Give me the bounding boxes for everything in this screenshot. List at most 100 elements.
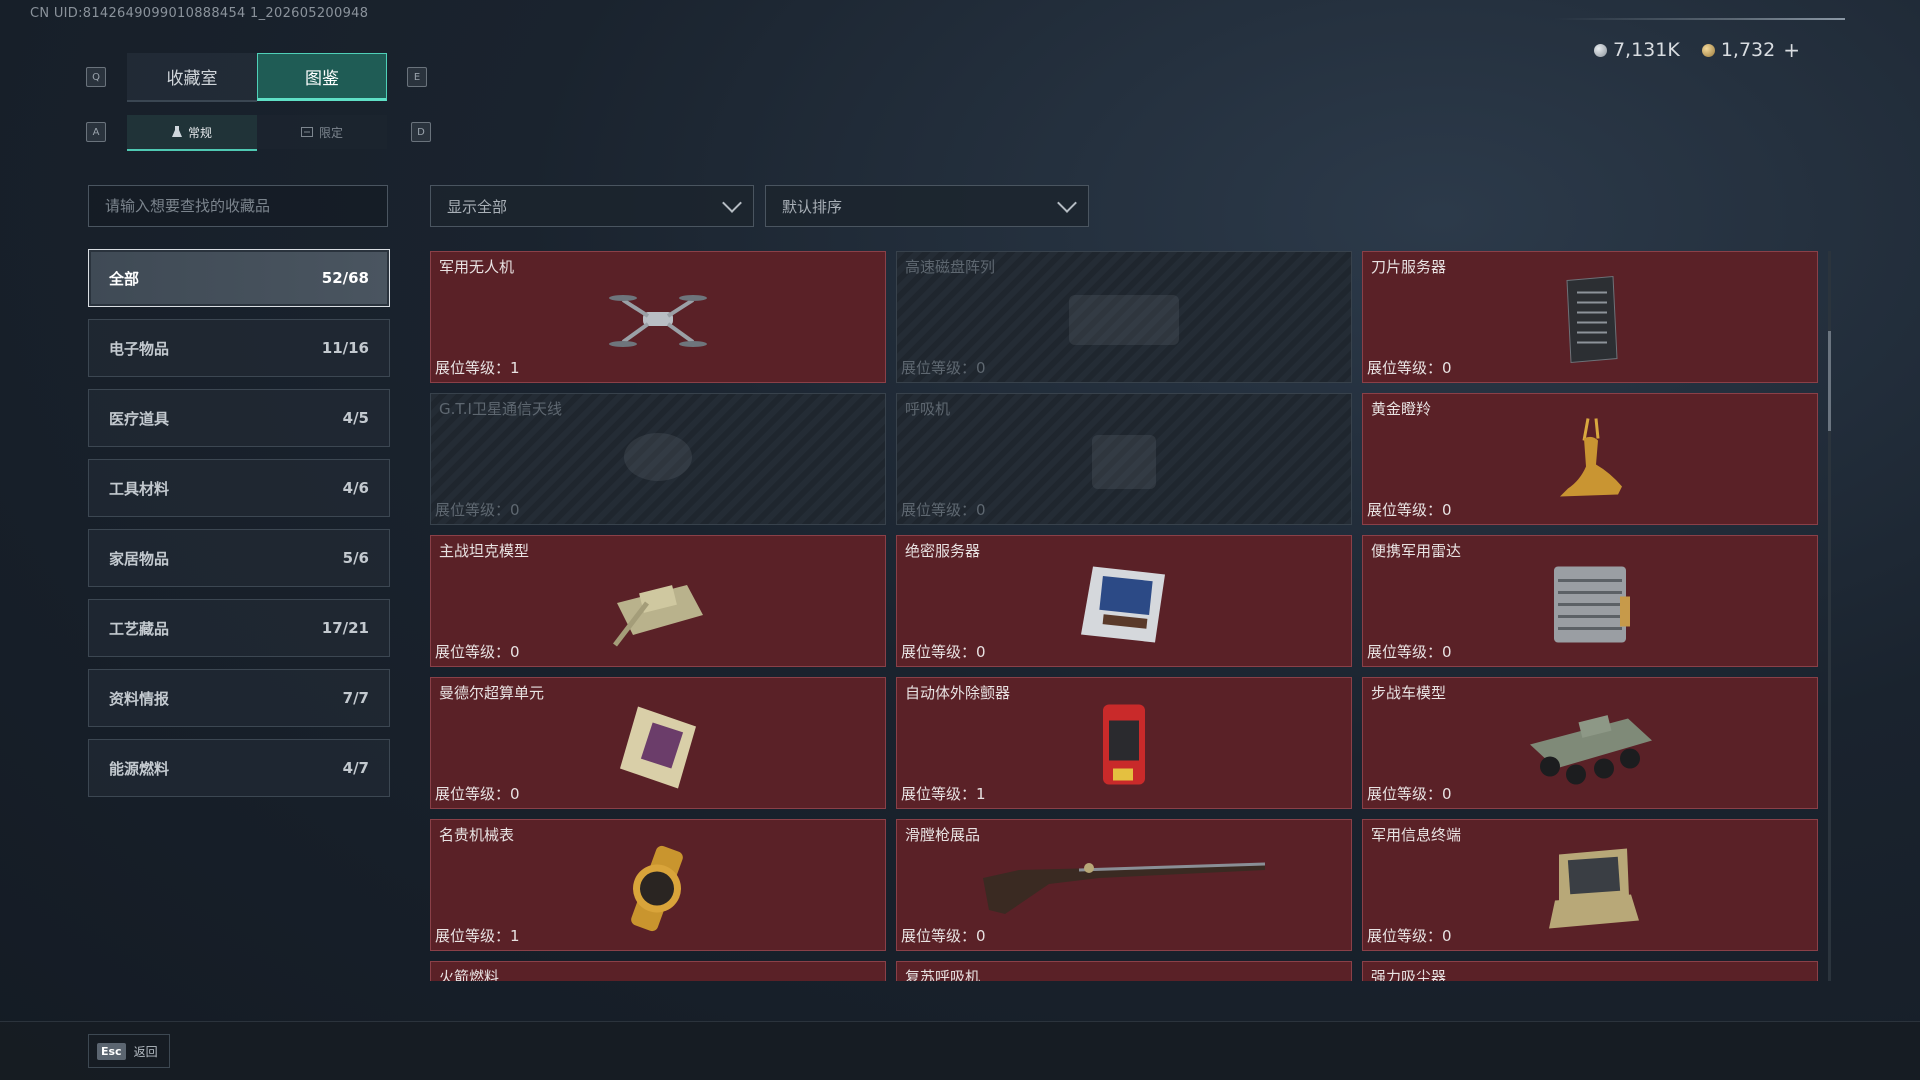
item-name: 强力吸尘器 xyxy=(1371,968,1447,981)
item-card[interactable]: 自动体外除颤器 展位等级：1 xyxy=(896,677,1352,809)
limited-icon xyxy=(300,127,313,137)
category-label: 全部 xyxy=(109,269,140,288)
back-label: 返回 xyxy=(133,1044,158,1059)
item-card[interactable]: 绝密服务器 展位等级：0 xyxy=(896,535,1352,667)
category-electronics[interactable]: 电子物品 11/16 xyxy=(88,319,390,377)
item-card[interactable]: 刀片服务器 展位等级：0 xyxy=(1362,251,1818,383)
item-name: 自动体外除颤器 xyxy=(905,684,1011,702)
item-card[interactable]: 军用信息终端 展位等级：0 xyxy=(1362,819,1818,951)
tab-regular[interactable]: 常规 xyxy=(127,115,257,151)
category-count: 4/5 xyxy=(342,409,369,427)
sort-dropdown[interactable]: 默认排序 xyxy=(765,185,1089,227)
disk-array-icon xyxy=(1069,294,1179,345)
item-grid: 军用无人机 展位等级：1 高速磁盘阵列 展位等级：0 刀片服务器 展位等级：0 … xyxy=(430,251,1818,981)
category-label: 能源燃料 xyxy=(109,759,170,778)
item-card[interactable]: 复苏呼吸机 xyxy=(896,961,1352,981)
item-card[interactable]: G.T.I卫星通信天线 展位等级：0 xyxy=(430,393,886,525)
tab-limited[interactable]: 限定 xyxy=(257,115,387,149)
silver-amount: 7,131K xyxy=(1612,39,1680,61)
portable-radar-icon xyxy=(1554,566,1630,643)
item-card[interactable]: 滑膛枪展品 展位等级：0 xyxy=(896,819,1352,951)
drone-icon xyxy=(609,294,707,347)
category-count: 7/7 xyxy=(342,689,369,707)
main-tabs: 收藏室 图鉴 xyxy=(127,53,387,102)
flask-icon xyxy=(171,126,182,137)
category-tools[interactable]: 工具材料 4/6 xyxy=(88,459,390,517)
silver-coin-icon xyxy=(1593,43,1607,57)
uid-text: CN UID:8142649099010888454 1_20260520094… xyxy=(30,6,369,21)
item-card[interactable]: 曼德尔超算单元 展位等级：0 xyxy=(430,677,886,809)
item-level: 展位等级：0 xyxy=(1367,785,1452,803)
secret-server-icon xyxy=(1081,566,1165,643)
item-name: 滑膛枪展品 xyxy=(905,826,981,844)
item-name: 名贵机械表 xyxy=(439,826,515,844)
item-card[interactable]: 高速磁盘阵列 展位等级：0 xyxy=(896,251,1352,383)
category-label: 资料情报 xyxy=(109,689,170,708)
item-level: 展位等级：0 xyxy=(435,643,520,661)
item-name: 步战车模型 xyxy=(1371,684,1447,702)
back-button[interactable]: Esc 返回 xyxy=(88,1034,170,1068)
category-crafts[interactable]: 工艺藏品 17/21 xyxy=(88,599,390,657)
search-box xyxy=(88,185,388,227)
item-card[interactable]: 名贵机械表 展位等级：1 xyxy=(430,819,886,951)
key-hint-a: A xyxy=(86,122,106,142)
esc-key-hint: Esc xyxy=(97,1042,126,1060)
musket-icon xyxy=(983,862,1266,914)
item-level: 展位等级：1 xyxy=(435,359,520,377)
tank-model-icon xyxy=(613,584,703,647)
item-level: 展位等级：0 xyxy=(435,501,520,519)
tab-regular-label: 常规 xyxy=(187,125,212,140)
item-level: 展位等级：0 xyxy=(901,501,986,519)
category-all[interactable]: 全部 52/68 xyxy=(88,249,390,307)
item-card[interactable]: 黄金瞪羚 展位等级：0 xyxy=(1362,393,1818,525)
scrollbar[interactable] xyxy=(1828,251,1831,981)
item-level: 展位等级：0 xyxy=(1367,927,1452,945)
watch-icon xyxy=(631,845,683,931)
decorative-line xyxy=(1555,18,1845,20)
item-name: 火箭燃料 xyxy=(439,968,500,981)
item-name: 黄金瞪羚 xyxy=(1371,400,1432,418)
category-count: 11/16 xyxy=(321,339,369,357)
item-name: 便携军用雷达 xyxy=(1371,542,1462,560)
filter-dropdown[interactable]: 显示全部 xyxy=(430,185,754,227)
category-label: 工艺藏品 xyxy=(109,619,170,638)
sub-tabs: 常规 限定 xyxy=(127,115,387,151)
filter-value: 显示全部 xyxy=(447,197,508,216)
defibrillator-icon xyxy=(1103,704,1145,785)
scrollbar-thumb[interactable] xyxy=(1828,331,1831,431)
category-label: 医疗道具 xyxy=(109,409,170,428)
item-card[interactable]: 军用无人机 展位等级：1 xyxy=(430,251,886,383)
category-energy[interactable]: 能源燃料 4/7 xyxy=(88,739,390,797)
tab-limited-label: 限定 xyxy=(318,125,343,140)
category-household[interactable]: 家居物品 5/6 xyxy=(88,529,390,587)
item-card[interactable]: 呼吸机 展位等级：0 xyxy=(896,393,1352,525)
item-name: 高速磁盘阵列 xyxy=(905,258,996,276)
search-input[interactable] xyxy=(89,186,387,226)
item-card[interactable]: 火箭燃料 xyxy=(430,961,886,981)
key-hint-d: D xyxy=(411,122,431,142)
tab-collection-room[interactable]: 收藏室 xyxy=(127,53,257,102)
item-name: 军用信息终端 xyxy=(1371,826,1462,844)
item-card[interactable]: 步战车模型 展位等级：0 xyxy=(1362,677,1818,809)
sort-value: 默认排序 xyxy=(782,197,843,216)
key-hint-e: E xyxy=(407,67,427,87)
category-intel[interactable]: 资料情报 7/7 xyxy=(88,669,390,727)
item-card[interactable]: 主战坦克模型 展位等级：0 xyxy=(430,535,886,667)
supercomputer-unit-icon xyxy=(620,706,696,789)
category-label: 工具材料 xyxy=(109,479,170,498)
blade-server-icon xyxy=(1566,275,1618,363)
add-currency-button[interactable]: + xyxy=(1783,38,1800,62)
category-label: 家居物品 xyxy=(109,549,170,568)
item-name: 军用无人机 xyxy=(439,258,515,276)
gold-amount: 1,732 xyxy=(1720,39,1776,61)
silver-currency: 7,131K xyxy=(1593,39,1680,61)
category-medical[interactable]: 医疗道具 4/5 xyxy=(88,389,390,447)
tab-catalog[interactable]: 图鉴 xyxy=(257,53,387,101)
item-level: 展位等级：0 xyxy=(901,927,986,945)
item-name: 刀片服务器 xyxy=(1371,258,1447,276)
item-name: G.T.I卫星通信天线 xyxy=(439,400,562,418)
item-card[interactable]: 强力吸尘器 xyxy=(1362,961,1818,981)
item-level: 展位等级：0 xyxy=(901,643,986,661)
item-card[interactable]: 便携军用雷达 展位等级：0 xyxy=(1362,535,1818,667)
info-terminal-icon xyxy=(1549,848,1639,929)
